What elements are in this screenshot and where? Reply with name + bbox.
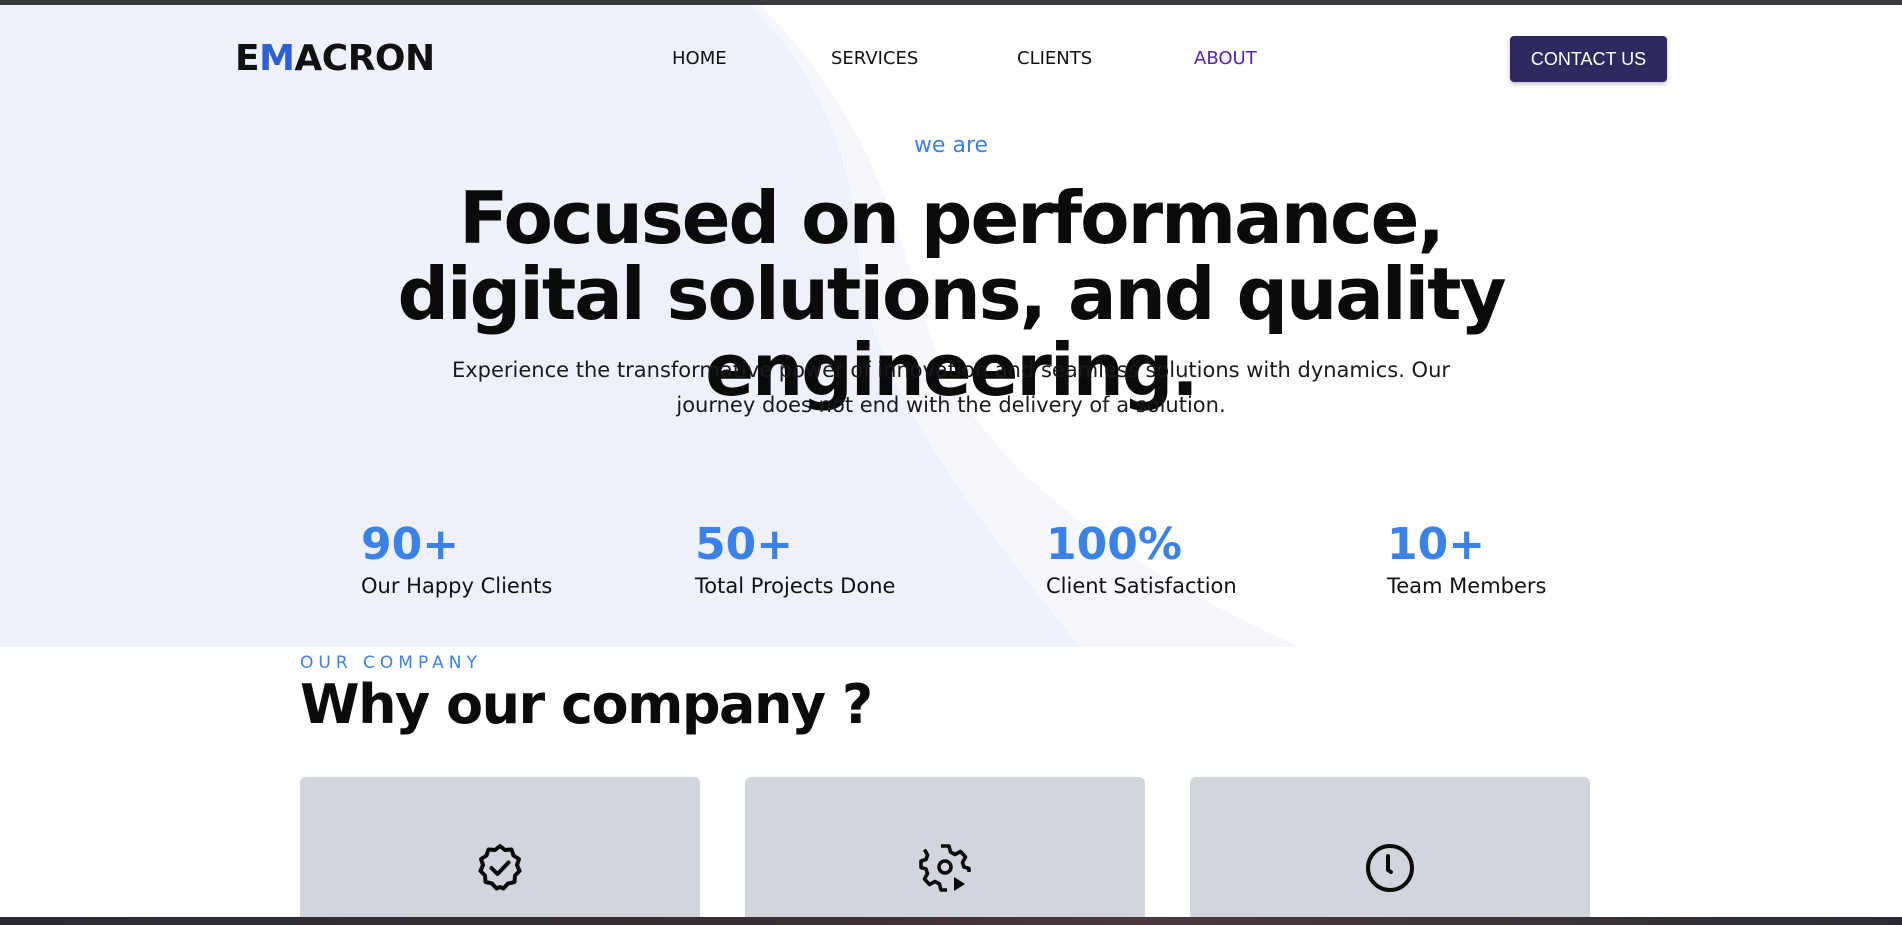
logo-letter-m: M	[259, 38, 295, 79]
section-title: Why our company ?	[300, 673, 873, 736]
stat-label: Total Projects Done	[695, 574, 896, 598]
stat-label: Our Happy Clients	[361, 574, 553, 598]
logo-rest: ACRON	[294, 38, 435, 79]
stat-projects-done: 50+ Total Projects Done	[695, 518, 895, 598]
feature-card	[745, 777, 1145, 925]
feature-card	[300, 777, 700, 925]
site-logo[interactable]: EMACRON	[235, 38, 435, 79]
stat-team-members: 10+ Team Members	[1387, 518, 1547, 598]
browser-viewport: EMACRON HOME SERVICES CLIENTS ABOUT CONT…	[0, 0, 1902, 925]
window-top-edge	[0, 0, 1902, 5]
gear-play-icon	[919, 844, 971, 892]
stat-value: 100%	[1046, 519, 1182, 570]
stat-label: Client Satisfaction	[1046, 574, 1237, 598]
section-eyebrow: OUR COMPANY	[300, 653, 482, 673]
logo-letter-e: E	[235, 38, 260, 79]
stat-value: 50+	[695, 519, 794, 570]
nav-services-link[interactable]: SERVICES	[831, 48, 918, 69]
window-bottom-edge	[0, 917, 1902, 925]
hero-subtext: Experience the transformative power of i…	[451, 358, 1451, 417]
contact-us-button[interactable]: CONTACT US	[1510, 36, 1667, 82]
stat-label: Team Members	[1387, 574, 1547, 598]
stat-value: 90+	[361, 519, 460, 570]
stat-value: 10+	[1387, 519, 1486, 570]
hero-eyebrow: we are	[913, 133, 989, 158]
verified-badge-icon	[478, 844, 522, 891]
nav-clients-link[interactable]: CLIENTS	[1017, 48, 1092, 69]
nav-home-link[interactable]: HOME	[672, 48, 727, 69]
clock-icon	[1366, 844, 1414, 892]
stat-happy-clients: 90+ Our Happy Clients	[361, 518, 552, 598]
nav-about-link[interactable]: ABOUT	[1194, 48, 1257, 69]
feature-card	[1190, 777, 1590, 925]
stat-client-satisfaction: 100% Client Satisfaction	[1046, 518, 1237, 598]
